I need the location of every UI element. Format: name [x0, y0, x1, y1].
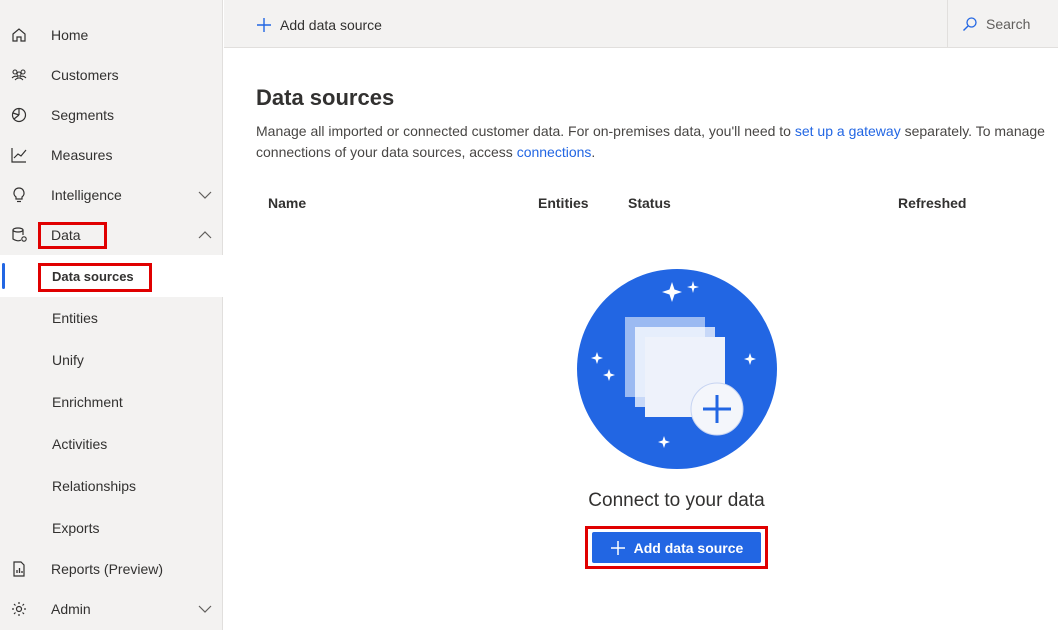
- chevron-up-icon[interactable]: [198, 229, 212, 241]
- page-title: Data sources: [256, 85, 395, 110]
- nav-activities[interactable]: Activities: [0, 423, 223, 465]
- lightbulb-icon: [13, 187, 25, 203]
- nav-data-sources[interactable]: Data sources: [0, 255, 223, 297]
- gear-icon: [12, 602, 26, 616]
- nav-segments-label: Segments: [51, 107, 115, 123]
- nav-data[interactable]: Data: [0, 215, 223, 255]
- search-button[interactable]: Search: [947, 0, 1058, 48]
- left-nav: Home Customers Segments Measures Intelli…: [0, 0, 223, 630]
- nav-unify[interactable]: Unify: [0, 339, 223, 381]
- report-icon: [13, 561, 25, 577]
- nav-data-sources-label: Data sources: [52, 269, 134, 284]
- search-icon: [963, 17, 977, 31]
- nav-intelligence-label: Intelligence: [51, 187, 122, 203]
- toolbar-add-data-source-button[interactable]: Add data source: [256, 14, 382, 36]
- nav-enrichment[interactable]: Enrichment: [0, 381, 223, 423]
- nav-relationships[interactable]: Relationships: [0, 465, 223, 507]
- nav-segments[interactable]: Segments: [0, 95, 223, 135]
- nav-intelligence[interactable]: Intelligence: [0, 175, 223, 215]
- column-header-name[interactable]: Name: [268, 195, 306, 211]
- desc-text-3: .: [591, 144, 596, 160]
- database-gear-icon: [12, 227, 27, 242]
- home-icon: [12, 28, 26, 42]
- connect-data-illustration: [577, 269, 777, 469]
- empty-state-title: Connect to your data: [588, 490, 765, 511]
- nav-admin[interactable]: Admin: [0, 589, 223, 629]
- column-header-status[interactable]: Status: [628, 195, 671, 211]
- people-icon: [11, 69, 27, 81]
- pie-icon: [11, 107, 27, 123]
- chart-line-icon: [11, 148, 27, 163]
- command-bar: Add data source Search: [224, 0, 1058, 48]
- nav-activities-label: Activities: [52, 436, 108, 452]
- chevron-down-icon[interactable]: [198, 189, 212, 201]
- toolbar-add-label: Add data source: [280, 17, 382, 33]
- nav-entities-label: Entities: [52, 310, 98, 326]
- plus-icon: [257, 18, 271, 32]
- nav-admin-label: Admin: [51, 601, 91, 617]
- nav-home[interactable]: Home: [0, 15, 223, 55]
- column-header-entities[interactable]: Entities: [538, 195, 589, 211]
- nav-reports-label: Reports (Preview): [51, 561, 164, 577]
- nav-relationships-label: Relationships: [52, 478, 137, 494]
- add-data-source-button-label: Add data source: [633, 539, 744, 556]
- connections-link[interactable]: connections: [517, 144, 592, 160]
- nav-home-label: Home: [51, 27, 89, 43]
- nav-exports-label: Exports: [52, 520, 100, 536]
- nav-enrichment-label: Enrichment: [52, 394, 123, 410]
- page-description: Manage all imported or connected custome…: [256, 121, 1056, 163]
- set-up-gateway-link[interactable]: set up a gateway: [795, 123, 901, 139]
- desc-text-1: Manage all imported or connected custome…: [256, 123, 795, 139]
- add-data-source-button[interactable]: Add data source: [592, 532, 761, 563]
- nav-customers[interactable]: Customers: [0, 55, 223, 95]
- nav-customers-label: Customers: [51, 67, 119, 83]
- nav-exports[interactable]: Exports: [0, 507, 223, 549]
- nav-entities[interactable]: Entities: [0, 297, 223, 339]
- nav-measures[interactable]: Measures: [0, 135, 223, 175]
- nav-data-label: Data: [51, 227, 81, 243]
- nav-unify-label: Unify: [52, 352, 84, 368]
- nav-measures-label: Measures: [51, 147, 113, 163]
- column-header-refreshed[interactable]: Refreshed: [898, 195, 966, 211]
- chevron-down-icon[interactable]: [198, 603, 212, 615]
- plus-icon: [610, 540, 625, 555]
- search-label: Search: [986, 16, 1031, 32]
- nav-reports[interactable]: Reports (Preview): [0, 549, 223, 589]
